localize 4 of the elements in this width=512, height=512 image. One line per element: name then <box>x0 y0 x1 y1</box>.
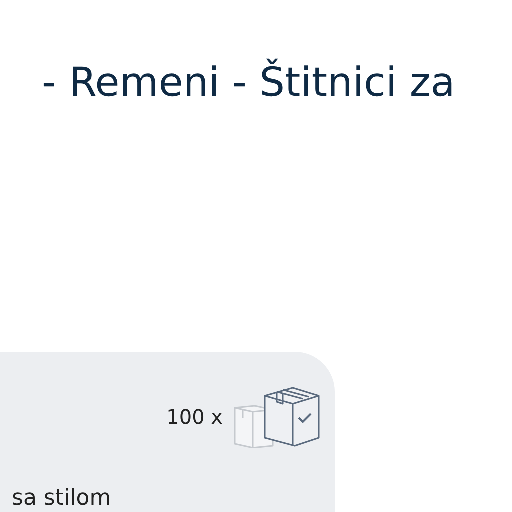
boxes-icon <box>233 386 323 448</box>
quantity-label: 100 x <box>166 405 223 429</box>
product-description: sa stilom <box>12 486 112 512</box>
page-title: - Remeni - Štitnici za <box>41 58 456 108</box>
